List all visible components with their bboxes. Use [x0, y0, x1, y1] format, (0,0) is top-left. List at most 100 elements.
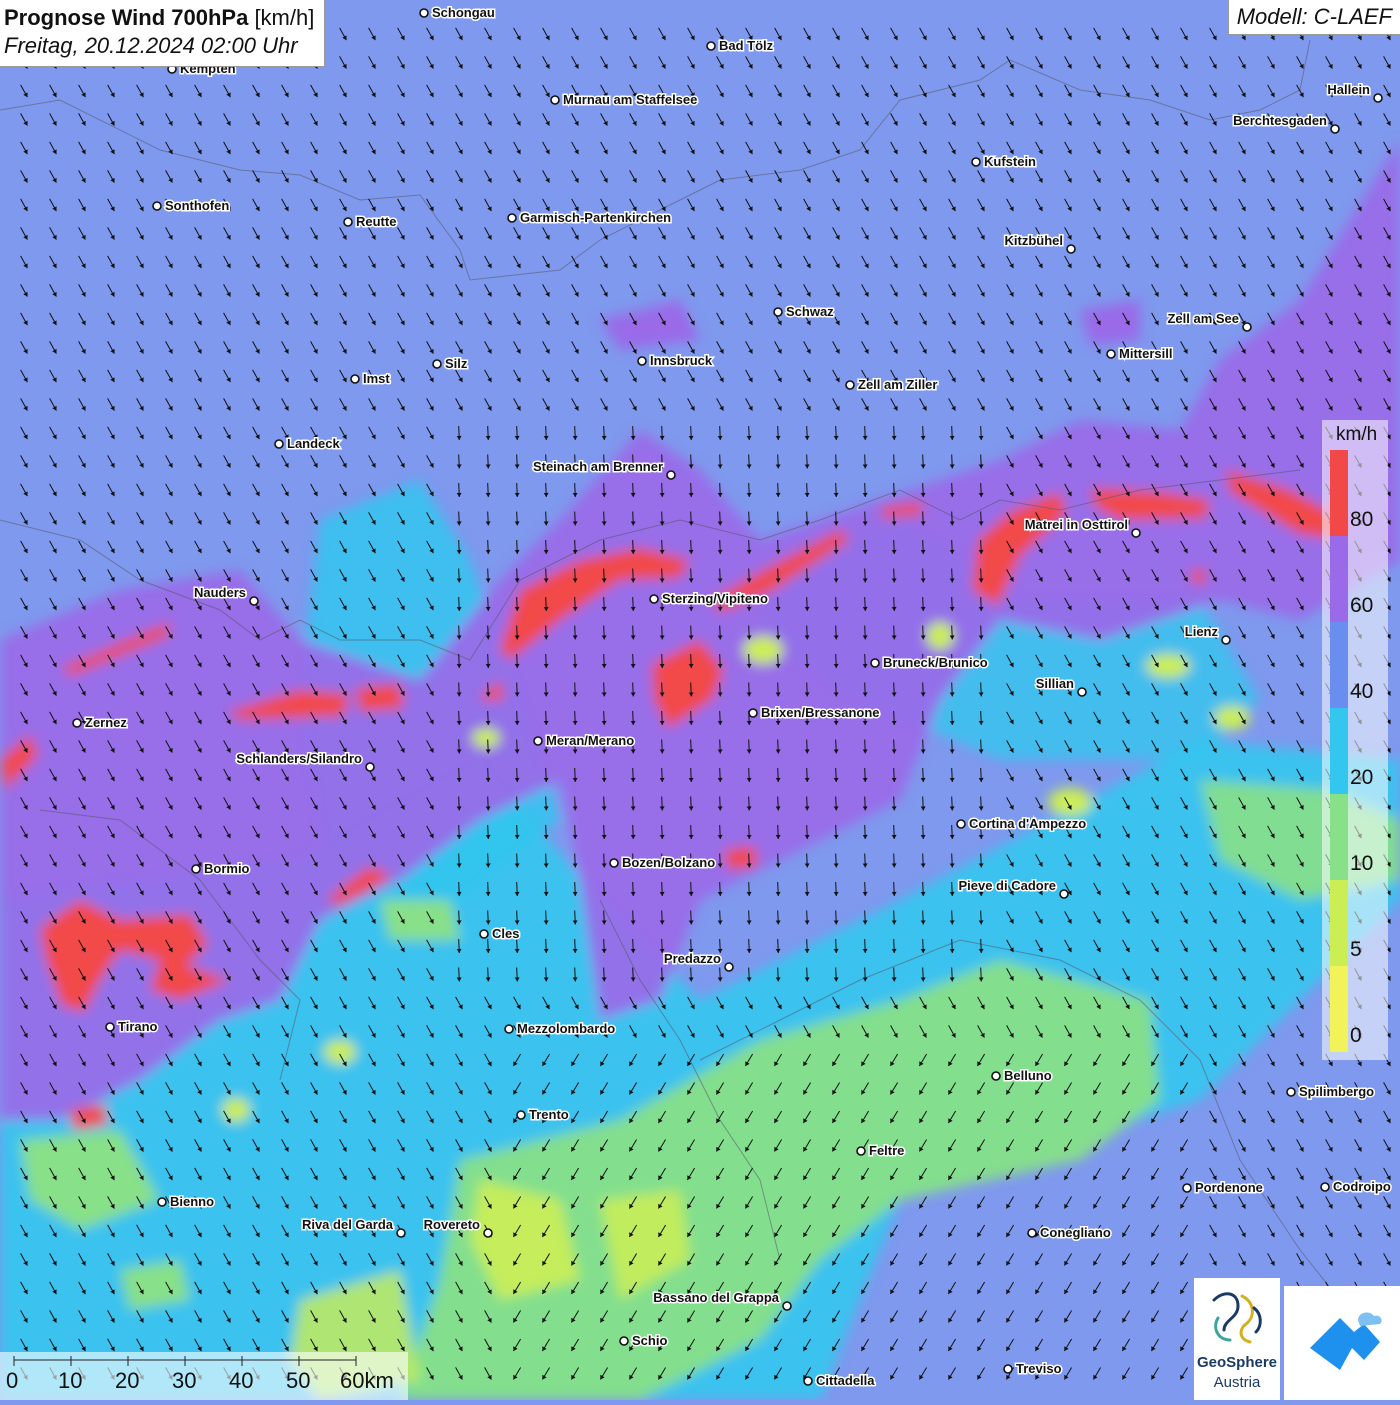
title-unit: [km/h]: [254, 5, 315, 30]
city-dot: [419, 8, 429, 18]
city-marker: Schongau: [419, 4, 496, 22]
city-marker: Sterzing/Vipiteno: [649, 590, 769, 608]
city-dot: [956, 819, 966, 829]
geosphere-name: GeoSphere: [1196, 1354, 1278, 1371]
city-label: Kitzbühel: [1005, 233, 1064, 248]
city-label: Bad Tölz: [719, 38, 774, 53]
scale-label: 50: [286, 1368, 311, 1393]
city-dot: [343, 217, 353, 227]
city-label: Mittersill: [1119, 346, 1172, 361]
city-dot: [105, 1022, 115, 1032]
legend-tick: 80: [1350, 508, 1374, 531]
city-label: Bormio: [204, 861, 250, 876]
city-label: Bozen/Bolzano: [622, 855, 715, 870]
city-marker: Pordenone: [1182, 1179, 1264, 1197]
city-marker: Garmisch-Partenkirchen: [507, 209, 673, 227]
city-dot: [1059, 889, 1069, 899]
city-label: Imst: [363, 371, 390, 386]
city-dot: [609, 858, 619, 868]
city-label: Silz: [445, 356, 468, 371]
city-label: Sterzing/Vipiteno: [662, 591, 768, 606]
city-label: Treviso: [1016, 1361, 1062, 1376]
scale-bar: 0 10 20 30 40 50 60km: [0, 1352, 408, 1400]
city-marker: Meran/Merano: [533, 732, 636, 750]
geosphere-logo[interactable]: GeoSphere Austria: [1194, 1278, 1280, 1400]
city-label: Nauders: [194, 585, 246, 600]
city-label: Zell am Ziller: [858, 377, 937, 392]
city-dot: [1066, 244, 1076, 254]
legend-tick: 5: [1350, 938, 1362, 961]
city-label: Zell am See: [1167, 311, 1239, 326]
city-dot: [152, 201, 162, 211]
legend-colorbar: [1330, 450, 1348, 1052]
city-dot: [550, 95, 560, 105]
city-label: Schwaz: [786, 304, 834, 319]
city-dot: [1286, 1087, 1296, 1097]
city-dot: [396, 1228, 406, 1238]
city-dot: [782, 1301, 792, 1311]
geosphere-country: Austria: [1213, 1374, 1261, 1391]
city-marker: Innsbruck: [637, 352, 714, 370]
city-dot: [191, 864, 201, 874]
city-dot: [157, 1197, 167, 1207]
city-label: Meran/Merano: [546, 733, 634, 748]
wind-map: SchongauBad TölzKemptenMurnau am Staffel…: [0, 0, 1400, 1400]
scale-label: 60km: [340, 1368, 394, 1393]
weather-app-logo[interactable]: [1284, 1286, 1400, 1400]
city-dot: [350, 374, 360, 384]
city-label: Kufstein: [984, 154, 1036, 169]
city-dot: [1027, 1228, 1037, 1238]
scale-label: 10: [58, 1368, 83, 1393]
city-dot: [1077, 687, 1087, 697]
legend-tick: 0: [1350, 1024, 1362, 1047]
city-label: Cittadella: [816, 1373, 875, 1388]
city-dot: [706, 41, 716, 51]
legend-tick: 20: [1350, 766, 1374, 789]
city-label: Zernez: [85, 715, 127, 730]
model-label: Modell: C-LAEF: [1227, 0, 1400, 35]
city-marker: Conegliano: [1027, 1224, 1112, 1242]
city-marker: Mezzolombardo: [504, 1020, 617, 1038]
city-marker: Zell am Ziller: [845, 376, 939, 394]
legend-unit: km/h: [1336, 424, 1378, 445]
legend-tick: 40: [1350, 680, 1374, 703]
forecast-datetime: Freitag, 20.12.2024 02:00 Uhr: [4, 33, 298, 58]
city-dot: [1221, 635, 1231, 645]
city-dot: [274, 439, 284, 449]
city-label: Innsbruck: [650, 353, 713, 368]
city-label: Sonthofen: [165, 198, 229, 213]
scale-label: 0: [6, 1368, 19, 1393]
city-label: Cortina d'Ampezzo: [969, 816, 1086, 831]
city-label: Trento: [529, 1107, 569, 1122]
city-marker: Bozen/Bolzano: [609, 854, 717, 872]
city-label: Spilimbergo: [1299, 1084, 1374, 1099]
city-dot: [1373, 93, 1383, 103]
city-label: Bassano del Grappa: [653, 1290, 779, 1305]
city-label: Mezzolombardo: [517, 1021, 615, 1036]
city-label: Belluno: [1004, 1068, 1052, 1083]
city-dot: [1003, 1364, 1013, 1374]
city-dot: [619, 1336, 629, 1346]
city-dot: [516, 1110, 526, 1120]
city-label: Bruneck/Brunico: [883, 655, 988, 670]
title-box: Prognose Wind 700hPa [km/h] Freitag, 20.…: [0, 0, 326, 67]
legend-color-segment: [1330, 536, 1348, 622]
city-label: Schio: [632, 1333, 667, 1348]
city-label: Codroipo: [1333, 1179, 1391, 1194]
city-dot: [432, 359, 442, 369]
city-dot: [1330, 124, 1340, 134]
city-dot: [649, 594, 659, 604]
city-dot: [1182, 1183, 1192, 1193]
title-main: Prognose Wind 700hPa: [4, 5, 249, 30]
city-label: Cles: [492, 926, 519, 941]
city-dot: [991, 1071, 1001, 1081]
city-dot: [479, 929, 489, 939]
map-title: Prognose Wind 700hPa [km/h]: [4, 4, 314, 32]
legend-color-segment: [1330, 708, 1348, 794]
city-dot: [971, 157, 981, 167]
city-label: Landeck: [287, 436, 341, 451]
city-dot: [724, 962, 734, 972]
city-dot: [504, 1024, 514, 1034]
city-dot: [1131, 528, 1141, 538]
city-marker: Cortina d'Ampezzo: [956, 815, 1088, 833]
